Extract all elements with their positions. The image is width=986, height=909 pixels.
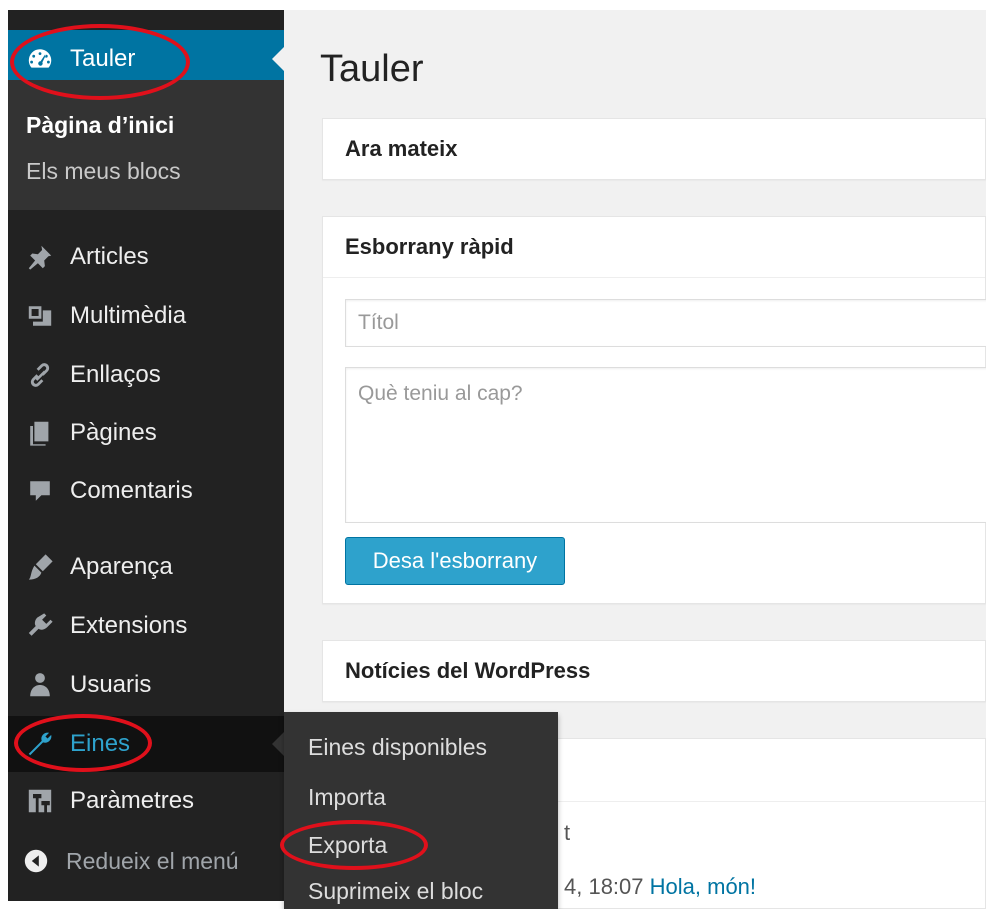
save-draft-button[interactable]: Desa l'esborrany: [345, 537, 565, 585]
submenu-item-my-blogs[interactable]: Els meus blocs: [26, 158, 181, 185]
sidebar-item-label: Comentaris: [70, 477, 193, 504]
at-a-glance-widget: Ara mateix: [322, 118, 986, 180]
users-icon: [24, 669, 56, 701]
sidebar-item-appearance[interactable]: Aparença: [8, 542, 284, 592]
activity-post-line: 4, 18:07 Hola, món!: [564, 874, 756, 900]
settings-icon: [24, 785, 56, 817]
sidebar-item-label: Multimèdia: [70, 302, 187, 329]
sidebar-item-comments[interactable]: Comentaris: [8, 466, 284, 516]
page-title: Tauler: [320, 48, 424, 90]
current-page-arrow: [272, 47, 284, 71]
sidebar-item-label: Tauler: [70, 45, 136, 72]
activity-date: 4, 18:07: [564, 874, 644, 899]
sidebar-item-label: Usuaris: [70, 671, 152, 698]
dashboard-submenu: Pàgina d’inici Els meus blocs: [8, 80, 284, 210]
wordpress-news-widget: Notícies del WordPress: [322, 640, 986, 702]
sidebar-item-users[interactable]: Usuaris: [8, 660, 284, 710]
widget-title[interactable]: Esborrany ràpid: [323, 217, 985, 277]
quick-draft-widget: Esborrany ràpid Títol Què teniu al cap? …: [322, 216, 986, 604]
sidebar-item-tools[interactable]: Eines: [8, 716, 284, 772]
link-icon: [24, 359, 56, 391]
collapse-arrow-icon: [20, 845, 52, 877]
pin-icon: [24, 241, 56, 273]
wrench-icon: [24, 728, 56, 760]
sidebar-item-label: Eines: [70, 730, 131, 757]
sidebar-item-settings[interactable]: Paràmetres: [8, 776, 284, 826]
activity-text-fragment: t: [564, 820, 571, 845]
sidebar-item-media[interactable]: Multimèdia: [8, 291, 284, 341]
sidebar-item-plugins[interactable]: Extensions: [8, 601, 284, 651]
draft-content-textarea[interactable]: Què teniu al cap?: [345, 367, 986, 523]
flyout-item-export[interactable]: Exporta: [308, 832, 387, 859]
submenu-item-home[interactable]: Pàgina d’inici: [26, 112, 174, 139]
sidebar-item-articles[interactable]: Articles: [8, 232, 284, 282]
sidebar-item-label: Pàgines: [70, 419, 157, 446]
widget-title[interactable]: Ara mateix: [323, 119, 985, 179]
sidebar-item-label: Extensions: [70, 612, 188, 639]
tools-flyout-menu: Eines disponibles Importa Exporta Suprim…: [284, 712, 558, 909]
plugin-icon: [24, 610, 56, 642]
sidebar-item-label: Paràmetres: [70, 787, 195, 814]
widget-title[interactable]: Notícies del WordPress: [323, 641, 985, 701]
dashboard-icon: [24, 43, 56, 75]
pages-icon: [24, 417, 56, 449]
flyout-item-available-tools[interactable]: Eines disponibles: [308, 734, 487, 761]
divider: [323, 277, 985, 278]
sidebar-item-pages[interactable]: Pàgines: [8, 408, 284, 458]
sidebar-item-links[interactable]: Enllaços: [8, 350, 284, 400]
sidebar-item-label: Articles: [70, 243, 149, 270]
draft-title-input[interactable]: Títol: [345, 299, 986, 347]
activity-post-link[interactable]: Hola, món!: [650, 874, 756, 899]
submenu-arrow: [272, 732, 284, 756]
flyout-item-import[interactable]: Importa: [308, 784, 386, 811]
sidebar-item-label: Enllaços: [70, 361, 161, 388]
admin-sidebar: Tauler Pàgina d’inici Els meus blocs Art…: [8, 10, 284, 901]
collapse-menu-button[interactable]: Redueix el menú: [8, 836, 284, 886]
flyout-item-delete-blog[interactable]: Suprimeix el bloc: [308, 878, 483, 905]
sidebar-item-label: Aparença: [70, 553, 173, 580]
brush-icon: [24, 551, 56, 583]
collapse-menu-label: Redueix el menú: [66, 847, 239, 874]
media-icon: [24, 300, 56, 332]
comment-icon: [24, 475, 56, 507]
